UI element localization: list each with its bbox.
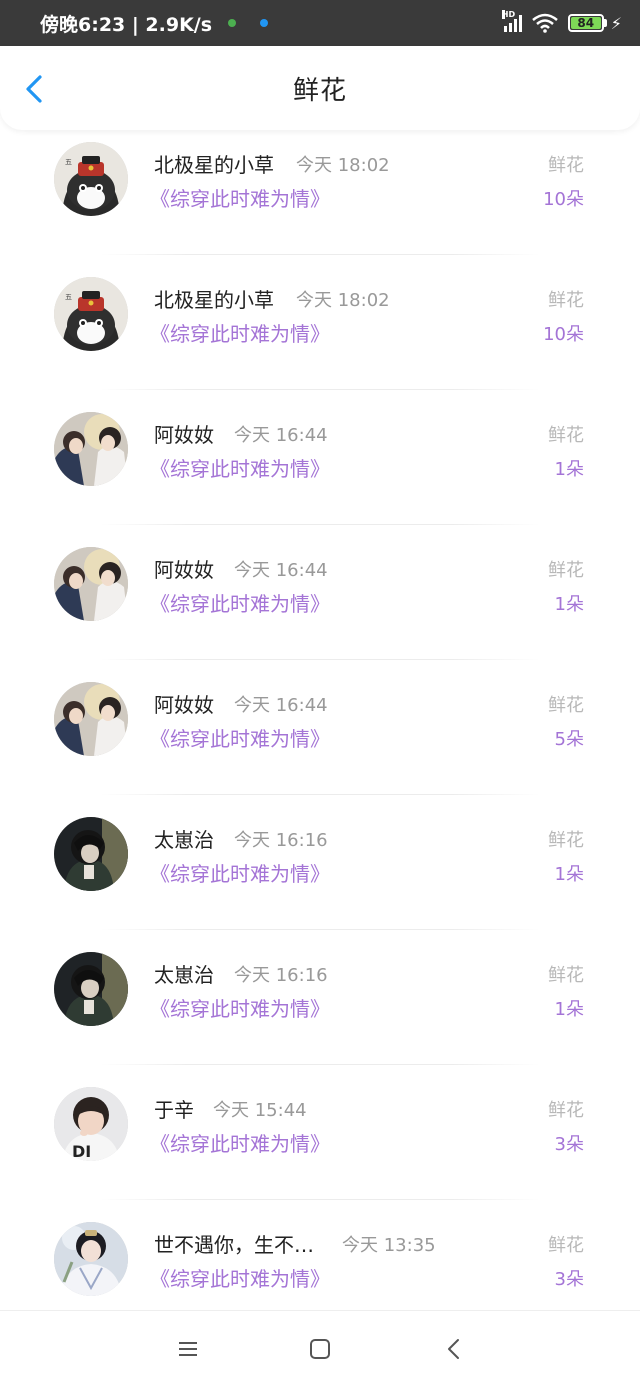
gift-count: 5朵 xyxy=(554,729,584,750)
back-arrow-icon[interactable] xyxy=(22,74,48,104)
gift-type-label: 鲜花 xyxy=(548,830,584,851)
list-item[interactable]: 阿奻奻 今天 16:44 《综穿此时难为情》 鲜花 1朵 xyxy=(0,390,640,525)
list-item[interactable]: 五 北极星的小草 今天 18:02 《综穿此时难为情》 鲜花 10朵 xyxy=(0,130,640,255)
avatar[interactable] xyxy=(54,817,128,891)
avatar[interactable]: 五 xyxy=(54,277,128,351)
gift-type-label: 鲜花 xyxy=(548,1100,584,1121)
cat-avatar: 五 xyxy=(54,142,128,216)
menu-icon[interactable] xyxy=(176,1337,200,1361)
book-title-link[interactable]: 《综穿此时难为情》 xyxy=(150,588,330,617)
page-title: 鲜花 xyxy=(292,75,347,106)
gift-count: 3朵 xyxy=(554,1134,584,1155)
timestamp: 今天 16:44 xyxy=(234,425,328,446)
avatar[interactable] xyxy=(54,682,128,756)
book-title-link[interactable]: 《综穿此时难为情》 xyxy=(150,858,330,887)
green-dot-icon xyxy=(228,19,237,27)
back-triangle-icon[interactable] xyxy=(442,1337,466,1361)
network-label: HD xyxy=(501,10,516,19)
hanfu-avatar xyxy=(54,1222,128,1296)
status-left: 傍晚6:23 | 2.9K/s xyxy=(40,10,269,37)
battery-level: 84 xyxy=(570,17,601,29)
status-time: 傍晚6:23 | 2.9K/s xyxy=(40,13,213,36)
gift-type-label: 鲜花 xyxy=(548,155,584,176)
list-inner: 五北极星的小草 今天 18:02 《综穿此时难为情》 鲜花 10朵五北极星的小草 今天 1… xyxy=(0,130,640,1310)
status-right: HD 84 ⚡ xyxy=(501,10,622,33)
gift-type-label: 鲜花 xyxy=(548,965,584,986)
user-name[interactable]: 阿奻奻 xyxy=(154,689,214,718)
list-item[interactable]: 太崽治 今天 16:16 《综穿此时难为情》 鲜花 1朵 xyxy=(0,930,640,1065)
system-nav-bar xyxy=(0,1310,640,1387)
list-item[interactable]: 五 北极星的小草 今天 18:02 《综穿此时难为情》 鲜花 10朵 xyxy=(0,255,640,390)
cat-avatar: 五 xyxy=(54,277,128,351)
gift-count: 1朵 xyxy=(554,864,584,885)
list-item[interactable]: 太崽治 今天 16:16 《综穿此时难为情》 鲜花 1朵 xyxy=(0,795,640,930)
gift-count: 10朵 xyxy=(543,189,584,210)
book-title-link[interactable]: 《综穿此时难为情》 xyxy=(150,318,330,347)
book-title-link[interactable]: 《综穿此时难为情》 xyxy=(150,993,330,1022)
avatar[interactable] xyxy=(54,412,128,486)
couple-avatar xyxy=(54,682,128,756)
gift-type-label: 鲜花 xyxy=(548,290,584,311)
timestamp: 今天 16:16 xyxy=(234,830,328,851)
timestamp: 今天 18:02 xyxy=(296,155,390,176)
book-title-link[interactable]: 《综穿此时难为情》 xyxy=(150,453,330,482)
home-square-icon[interactable] xyxy=(308,1337,332,1361)
gift-type-label: 鲜花 xyxy=(548,1235,584,1256)
charging-icon: ⚡ xyxy=(610,13,622,33)
user-name[interactable]: 北极星的小草 xyxy=(154,284,274,313)
gift-type-label: 鲜花 xyxy=(548,695,584,716)
book-title-link[interactable]: 《综穿此时难为情》 xyxy=(150,1263,330,1292)
user-name[interactable]: 阿奻奻 xyxy=(154,419,214,448)
book-title-link[interactable]: 《综穿此时难为情》 xyxy=(150,1128,330,1157)
dark-hair-avatar xyxy=(54,817,128,891)
list-item[interactable]: DI 于辛 今天 15:44 《综穿此时难为情》 鲜花 3朵 xyxy=(0,1065,640,1200)
user-name[interactable]: 太崽治 xyxy=(154,824,214,853)
gift-count: 3朵 xyxy=(554,1269,584,1290)
timestamp: 今天 18:02 xyxy=(296,290,390,311)
timestamp: 今天 16:44 xyxy=(234,560,328,581)
list-item[interactable]: 阿奻奻 今天 16:44 《综穿此时难为情》 鲜花 1朵 xyxy=(0,525,640,660)
avatar[interactable] xyxy=(54,952,128,1026)
signal-icon: HD xyxy=(501,10,522,32)
dark-hair-avatar xyxy=(54,952,128,1026)
couple-avatar xyxy=(54,547,128,621)
gift-type-label: 鲜花 xyxy=(548,560,584,581)
timestamp: 今天 13:35 xyxy=(342,1235,436,1256)
header: 鲜花 xyxy=(0,46,640,130)
list-item[interactable]: 阿奻奻 今天 16:44 《综穿此时难为情》 鲜花 5朵 xyxy=(0,660,640,795)
avatar[interactable]: 五 xyxy=(54,142,128,216)
user-name[interactable]: 阿奻奻 xyxy=(154,554,214,583)
avatar[interactable] xyxy=(54,1222,128,1296)
avatar[interactable]: DI xyxy=(54,1087,128,1161)
flower-record-list[interactable]: 五北极星的小草 今天 18:02 《综穿此时难为情》 鲜花 10朵五北极星的小草 今天 1… xyxy=(0,130,640,1310)
wifi-icon xyxy=(531,13,558,33)
gift-count: 1朵 xyxy=(554,459,584,480)
timestamp: 今天 15:44 xyxy=(213,1100,307,1121)
avatar[interactable] xyxy=(54,547,128,621)
book-title-link[interactable]: 《综穿此时难为情》 xyxy=(150,723,330,752)
list-item[interactable]: 世不遇你，生不… 今天 13:35 《综穿此时难为情》 鲜花 3朵 xyxy=(0,1200,640,1310)
svg-text:五: 五 xyxy=(65,158,72,166)
book-title-link[interactable]: 《综穿此时难为情》 xyxy=(150,183,330,212)
timestamp: 今天 16:16 xyxy=(234,965,328,986)
svg-text:五: 五 xyxy=(65,293,72,301)
blue-dot-icon xyxy=(260,19,269,27)
user-name[interactable]: 世不遇你，生不… xyxy=(154,1229,314,1258)
gift-count: 1朵 xyxy=(554,594,584,615)
user-name[interactable]: 太崽治 xyxy=(154,959,214,988)
timestamp: 今天 16:44 xyxy=(234,695,328,716)
couple-avatar xyxy=(54,412,128,486)
gift-type-label: 鲜花 xyxy=(548,425,584,446)
user-name[interactable]: 于辛 xyxy=(154,1094,194,1123)
gift-count: 10朵 xyxy=(543,324,584,345)
gift-count: 1朵 xyxy=(554,999,584,1020)
user-name[interactable]: 北极星的小草 xyxy=(154,149,274,178)
svg-text:DI: DI xyxy=(72,1142,91,1161)
status-bar: 傍晚6:23 | 2.9K/s HD 84 ⚡ xyxy=(0,0,640,46)
child-avatar: DI xyxy=(54,1087,128,1161)
battery-icon: 84 ⚡ xyxy=(567,13,622,33)
